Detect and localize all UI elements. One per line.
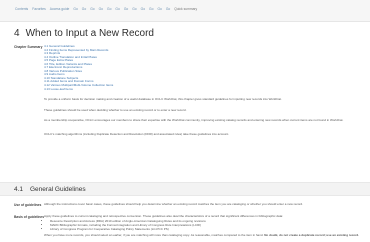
section-number: 4.1 [14,186,24,193]
breadcrumb-item[interactable]: Go [72,7,78,11]
basis-bullet-list: Resource Description and Access (RDA) 20… [48,219,360,231]
breadcrumb-item[interactable]: Favorites [31,7,47,11]
summary-paragraph: These guidelines should be used when dec… [44,108,187,112]
breadcrumb: Contents Favorites Access guide Go Go Go… [14,7,198,11]
breadcrumb-item[interactable]: Go [89,7,95,11]
page-title-text: When to Input a New Record [25,28,154,39]
breadcrumb-item[interactable]: Go [140,7,146,11]
toc-link[interactable]: 4.13 Loose-leaf Items [44,88,194,92]
basis-intro-text: Apply these guidelines to current catalo… [44,214,284,218]
list-item: Library of Congress Program for Cooperat… [50,227,360,231]
use-of-guidelines-label: Use of guidelines [14,203,42,207]
breadcrumb-item[interactable]: Go [81,7,87,11]
breadcrumb-current: Quick summary [174,7,198,11]
summary-paragraph: To provide a uniform basis for decision … [44,97,282,101]
breadcrumb-item[interactable]: Go [156,7,162,11]
chapter-summary-label: Chapter Summary [14,45,43,49]
summary-paragraph: OCLC's matching algorithms (including Du… [44,132,230,136]
breadcrumb-item[interactable]: Go [131,7,137,11]
basis-closing-emphasis: No doubt, do not create a duplicate reco… [264,233,360,237]
breadcrumb-item[interactable]: Go [165,7,171,11]
basis-closing-text: When you have more records, you should s… [44,233,360,237]
breadcrumb-item[interactable]: Access guide [49,7,71,11]
breadcrumb-item[interactable]: Go [148,7,154,11]
breadcrumb-item[interactable]: Contents [14,7,29,11]
breadcrumb-item[interactable]: Go [106,7,112,11]
use-of-guidelines-text: Although the instructions cover basic ca… [44,202,303,206]
page-number: 4 [14,28,20,39]
table-of-contents: 4.1 General Guidelines 4.2 Finding Items… [44,45,194,91]
breadcrumb-item[interactable]: Go [114,7,120,11]
section-title: General Guidelines [30,186,86,193]
breadcrumb-bar: Contents Favorites Access guide Go Go Go… [0,0,370,22]
basis-closing-normal: When you have more records, you should s… [44,233,264,237]
page-title: 4 When to Input a New Record [14,28,154,39]
breadcrumb-item[interactable]: Go [123,7,129,11]
summary-paragraph: As a membership cooperative, OCLC encour… [44,118,344,122]
breadcrumb-item[interactable]: Go [98,7,104,11]
section-header: 4.1 General Guidelines [0,182,370,196]
